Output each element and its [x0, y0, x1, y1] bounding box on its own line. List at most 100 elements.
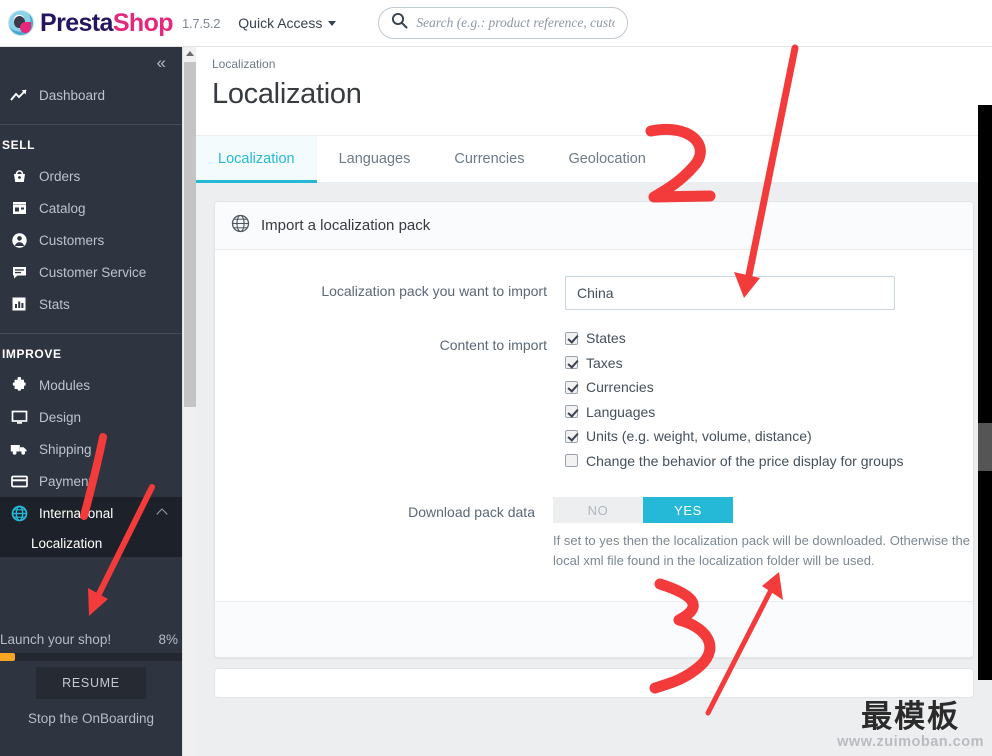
global-search-box[interactable]	[378, 7, 629, 39]
sidebar-divider-2	[0, 333, 182, 334]
person-circle-icon	[8, 231, 30, 249]
sidebar-scrollbar[interactable]	[182, 47, 196, 756]
tab-bar: Localization Languages Currencies Geoloc…	[196, 135, 992, 183]
tab-localization[interactable]: Localization	[196, 136, 317, 183]
scroll-up-arrow-icon[interactable]	[185, 51, 194, 56]
checkbox-row-taxes[interactable]: Taxes	[565, 355, 973, 371]
import-localization-pack-card: Import a localization pack Localization …	[214, 201, 974, 659]
download-field-label: Download pack data	[408, 504, 535, 520]
download-help-text: If set to yes then the localization pack…	[553, 533, 970, 569]
sidebar-item-label: International	[39, 505, 114, 521]
checkbox-row-states[interactable]: States	[565, 330, 973, 346]
sidebar-item-dashboard[interactable]: Dashboard	[0, 79, 182, 111]
truck-icon	[8, 440, 30, 458]
tab-languages[interactable]: Languages	[317, 136, 433, 182]
onboarding-panel: Launch your shop! 8% RESUME Stop the OnB…	[0, 626, 182, 756]
checkbox-row-languages[interactable]: Languages	[565, 404, 973, 420]
credit-card-icon	[8, 472, 30, 490]
checkbox-row-price-display[interactable]: Change the behavior of the price display…	[565, 453, 973, 469]
next-card-partial	[214, 668, 974, 699]
logo-presta-text: Presta	[40, 8, 113, 37]
checkbox-currencies[interactable]	[565, 380, 578, 394]
toggle-option-no[interactable]: NO	[553, 497, 643, 523]
stop-onboarding-link[interactable]: Stop the OnBoarding	[0, 699, 182, 756]
card-body: Localization pack you want to import Chi…	[215, 250, 973, 601]
form-row-download: Download pack data NO YES If set to yes …	[215, 497, 973, 571]
checkbox-label: Taxes	[586, 354, 623, 371]
resume-button[interactable]: RESUME	[36, 667, 146, 699]
prestashop-mascot-icon	[8, 10, 34, 36]
breadcrumb: Localization	[212, 57, 276, 71]
main-content-area: Localization Localization Localization L…	[196, 47, 992, 756]
globe-icon	[8, 504, 30, 522]
download-field-control: NO YES If set to yes then the localizati…	[553, 497, 973, 571]
logo-shop-text: Shop	[112, 8, 174, 37]
sidebar-item-payment[interactable]: Payment	[0, 465, 182, 497]
sidebar-item-label: Catalog	[39, 200, 86, 216]
sidebar-section-sell: SELL	[2, 138, 36, 152]
version-label: 1.7.5.2	[181, 15, 221, 31]
sidebar-item-label: Shipping	[39, 441, 92, 457]
basket-icon	[8, 167, 30, 185]
sidebar-item-international[interactable]: International	[0, 497, 182, 529]
checkbox-row-currencies[interactable]: Currencies	[565, 379, 973, 395]
card-footer	[215, 601, 973, 658]
checkbox-label: Units (e.g. weight, volume, distance)	[586, 428, 812, 444]
sidebar-item-label: Customers	[39, 232, 105, 248]
checkbox-units[interactable]	[565, 429, 578, 443]
toggle-option-yes[interactable]: YES	[643, 497, 733, 523]
onboarding-header: Launch your shop! 8%	[0, 626, 182, 653]
search-input[interactable]	[416, 15, 616, 31]
sidebar-item-modules[interactable]: Modules	[0, 369, 182, 401]
checkbox-languages[interactable]	[565, 405, 578, 418]
localization-pack-select[interactable]: China	[565, 276, 895, 310]
tab-geolocation[interactable]: Geolocation	[546, 136, 667, 182]
checkbox-label: Change the behavior of the price display…	[586, 452, 904, 469]
collapse-sidebar-icon[interactable]: «	[157, 53, 167, 73]
form-row-pack: Localization pack you want to import Chi…	[215, 276, 973, 310]
top-header-bar: PrestaShop 1.7.5.2 Quick Access	[0, 0, 992, 47]
sidebar-item-label: Modules	[39, 377, 91, 393]
checkbox-label: Languages	[586, 403, 656, 420]
sidebar-item-label: Dashboard	[39, 87, 106, 103]
checkbox-states[interactable]	[565, 331, 578, 345]
quick-access-menu[interactable]: Quick Access	[238, 15, 337, 31]
monitor-icon	[8, 408, 30, 426]
sidebar-item-design[interactable]: Design	[0, 401, 182, 433]
checkbox-row-units[interactable]: Units (e.g. weight, volume, distance)	[565, 428, 973, 444]
sidebar-item-stats[interactable]: Stats	[0, 288, 182, 320]
tab-currencies[interactable]: Currencies	[432, 136, 546, 182]
onboarding-title: Launch your shop!	[0, 632, 112, 647]
sidebar-collapse-row: «	[0, 47, 182, 79]
sidebar-item-shipping[interactable]: Shipping	[0, 433, 182, 465]
chevron-down-icon	[328, 20, 337, 26]
checkbox-price-display[interactable]	[565, 454, 578, 467]
sidebar-item-customer-service[interactable]: Customer Service	[0, 256, 182, 288]
card-header: Import a localization pack	[215, 202, 973, 250]
content-scroll-region: Import a localization pack Localization …	[196, 183, 992, 756]
sidebar-subitem-label: Localization	[31, 535, 103, 551]
card-title: Import a localization pack	[261, 217, 431, 234]
sidebar-subitem-localization[interactable]: Localization	[0, 529, 182, 557]
content-field-label: Content to import	[439, 337, 547, 353]
right-edge-scrollbar[interactable]	[978, 105, 992, 680]
sidebar-item-catalog[interactable]: Catalog	[0, 192, 182, 224]
sidebar-item-orders[interactable]: Orders	[0, 160, 182, 192]
bar-chart-icon	[8, 295, 30, 313]
sidebar-item-label: Customer Service	[39, 264, 147, 280]
sidebar-item-label: Payment	[39, 473, 93, 489]
pack-field-control: China	[565, 276, 973, 310]
right-scrollbar-thumb[interactable]	[978, 423, 992, 471]
sidebar-divider-1	[0, 124, 182, 125]
sidebar-scrollbar-thumb[interactable]	[184, 62, 196, 407]
quick-access-label: Quick Access	[238, 15, 323, 31]
download-pack-data-toggle[interactable]: NO YES	[553, 497, 733, 523]
prestashop-logo[interactable]: PrestaShop	[8, 8, 174, 38]
form-row-content: Content to import States Taxes Currencie…	[215, 330, 973, 477]
sidebar-item-customers[interactable]: Customers	[0, 224, 182, 256]
onboarding-resume-row: RESUME	[0, 661, 182, 699]
sidebar-item-label: Design	[39, 409, 82, 425]
checkbox-taxes[interactable]	[565, 356, 578, 369]
onboarding-percent: 8%	[158, 632, 178, 647]
chevron-up-icon	[156, 508, 168, 520]
